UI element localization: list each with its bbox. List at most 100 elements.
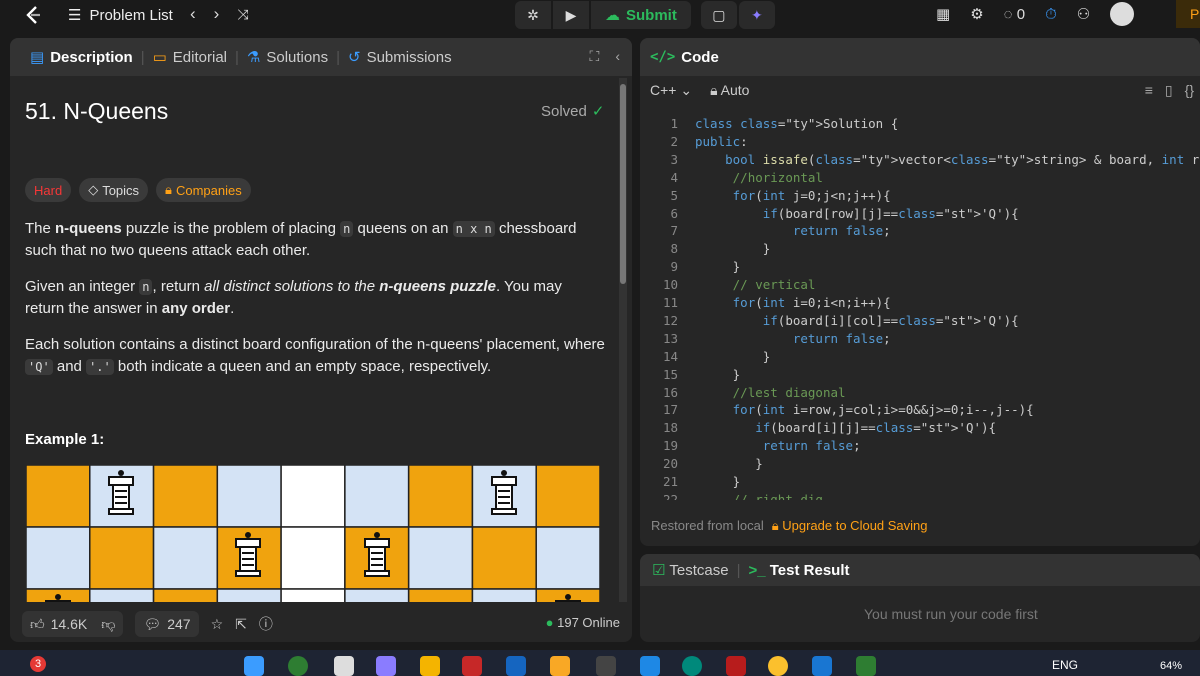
maximize-icon[interactable]: ⛶ [590, 48, 600, 65]
streak-counter[interactable]: ◌ 0 [1004, 6, 1025, 23]
code-line[interactable]: return false; [695, 331, 891, 346]
netflix-icon[interactable] [726, 656, 746, 676]
line-number: 7 [670, 223, 678, 239]
code-line[interactable]: class class="ty">Solution { [695, 116, 898, 131]
lock-icon: 🔒︎ [710, 82, 718, 98]
code-line[interactable]: } [695, 456, 763, 471]
app-icon[interactable] [596, 656, 616, 676]
code-line[interactable]: for(int j=0;j<n;j++){ [695, 188, 891, 203]
code-line[interactable]: } [695, 367, 741, 382]
vscode-icon[interactable] [812, 656, 832, 676]
code-line[interactable]: if(board[i][j]==class="st">'Q'){ [695, 420, 996, 435]
app-icon[interactable] [376, 656, 396, 676]
avatar[interactable] [1110, 2, 1135, 26]
history-icon: ↺ [347, 49, 361, 66]
example-title: Example 1: [25, 431, 105, 448]
cloud-upload-icon: ☁ [605, 7, 620, 24]
app-icon[interactable] [506, 656, 526, 676]
comments-button[interactable]: 💬︎ 247 [135, 611, 199, 637]
code-editor[interactable]: 1 class class="ty">Solution {2 public: 3 bo… [640, 110, 1200, 500]
braces-icon[interactable]: {} [1185, 82, 1194, 99]
book-icon: ▭ [152, 49, 167, 66]
code-line[interactable]: if(board[i][col]==class="st">'Q'){ [695, 313, 1019, 328]
code-line[interactable]: //lest diagonal [695, 385, 846, 400]
battery-indicator[interactable]: 64% [1160, 660, 1182, 672]
code-line[interactable]: return false; [695, 223, 891, 238]
auto-mode[interactable]: 🔒︎ Auto [710, 82, 749, 99]
app-icon[interactable] [288, 656, 308, 676]
line-number: 12 [662, 312, 678, 328]
chrome-icon[interactable] [768, 656, 788, 676]
share-icon[interactable]: ⇱ [235, 616, 247, 633]
code-line[interactable]: } [695, 349, 771, 364]
code-line[interactable]: for(int i=row,j=col;i>=0&&j>=0;i--,j--){ [695, 402, 1034, 417]
edge-icon[interactable] [682, 656, 702, 676]
code-line[interactable]: bool issafe(class="ty">vector<class="ty"… [695, 152, 1200, 167]
settings-gear-icon[interactable]: ⚙ [970, 5, 983, 23]
code-line[interactable]: // right dig [695, 492, 823, 500]
app-icon[interactable] [420, 656, 440, 676]
notes-button[interactable]: ▢ [700, 1, 737, 29]
layout-icon[interactable]: ▦ [936, 5, 950, 23]
tab-solutions[interactable]: ⚗ Solutions [241, 48, 334, 67]
language-select[interactable]: C++ ⌄ [650, 82, 692, 99]
code-line[interactable]: } [695, 259, 741, 274]
scrollbar-thumb[interactable] [620, 84, 626, 284]
line-number: 2 [670, 133, 678, 149]
shuffle-icon[interactable]: ⤨ [237, 6, 248, 24]
terminal-icon: >_ [748, 561, 766, 579]
code-line[interactable]: } [695, 474, 741, 489]
add-user-icon[interactable]: ⚇ [1077, 5, 1090, 23]
restored-notice: Restored from local 🔒︎ Upgrade to Cloud … [651, 518, 928, 534]
app-icon[interactable] [462, 656, 482, 676]
format-icon[interactable]: ≡ [1145, 82, 1153, 99]
topics-tag[interactable]: ◇ Topics [79, 178, 149, 202]
language-indicator[interactable]: ENG [1052, 658, 1078, 672]
example-chessboard-image [26, 465, 600, 602]
ai-sparkle-button[interactable]: ✦ [738, 1, 775, 29]
next-problem-icon[interactable]: › [214, 4, 220, 24]
app-icon[interactable] [334, 656, 354, 676]
description-tabs: ▤ Description | ▭ Editorial | ⚗ Solution… [10, 38, 632, 76]
code-line[interactable]: public: [695, 134, 748, 149]
code-line[interactable]: if(board[row][j]==class="st">'Q'){ [695, 206, 1019, 221]
code-line[interactable]: // vertical [695, 277, 816, 292]
code-line[interactable]: for(int i=0;i<n;i++){ [695, 295, 891, 310]
like-button[interactable]: 👍︎ 14.6K 👎︎ [22, 611, 124, 637]
lock-icon: 🔒︎ [165, 182, 172, 197]
help-icon[interactable]: ⓘ [259, 614, 273, 634]
timer-icon[interactable]: ⏱ [1045, 6, 1057, 23]
document-icon: ▤ [30, 49, 45, 66]
problem-list-button[interactable]: ☰ Problem List [68, 6, 173, 25]
windows-start-icon[interactable] [244, 656, 264, 676]
tab-submissions[interactable]: ↺ Submissions [342, 48, 458, 67]
submit-button[interactable]: ☁ Submit [591, 1, 691, 29]
line-number: 16 [662, 384, 678, 400]
code-line[interactable]: //horizontal [695, 170, 823, 185]
debug-button[interactable]: ✲ [515, 1, 551, 29]
leetcode-logo-icon[interactable] [22, 4, 44, 26]
tab-test-result[interactable]: >_ Test Result [748, 562, 849, 579]
difficulty-badge: Hard [25, 178, 72, 202]
folder-icon[interactable] [550, 656, 570, 676]
excel-icon[interactable] [856, 656, 876, 676]
upgrade-cloud-link[interactable]: 🔒︎ Upgrade to Cloud Saving [772, 518, 928, 534]
code-line[interactable]: } [695, 241, 771, 256]
tab-description[interactable]: ▤ Description [24, 48, 139, 67]
star-icon[interactable]: ☆ [211, 616, 224, 633]
app-icon[interactable] [640, 656, 660, 676]
notification-badge[interactable]: 3 [30, 656, 46, 672]
tab-testcase[interactable]: ☑ Testcase [652, 561, 729, 579]
description-panel: ▤ Description | ▭ Editorial | ⚗ Solution… [10, 38, 632, 642]
prev-problem-icon[interactable]: ‹ [190, 4, 196, 24]
thumbs-up-icon: 👍︎ [30, 615, 45, 632]
code-line[interactable]: return false; [695, 438, 861, 453]
tag-icon: ◇ [88, 182, 99, 197]
tab-editorial[interactable]: ▭ Editorial [147, 48, 233, 67]
companies-tag[interactable]: 🔒︎ Companies [156, 178, 251, 202]
thumbs-down-icon[interactable]: 👎︎ [101, 616, 115, 633]
collapse-icon[interactable]: ‹ [615, 48, 620, 65]
bookmark-icon[interactable]: ▯ [1165, 82, 1173, 99]
run-button[interactable]: ▶ [553, 1, 589, 29]
premium-button[interactable]: P [1176, 0, 1200, 28]
